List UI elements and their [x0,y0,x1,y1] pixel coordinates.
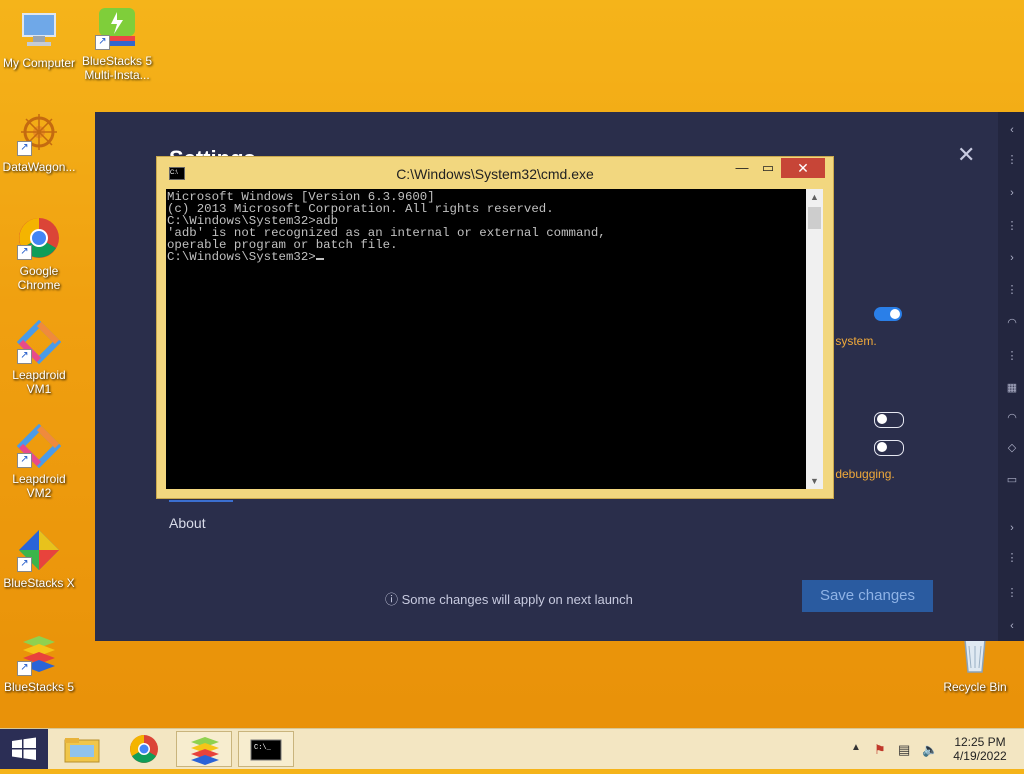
taskbar-chrome[interactable] [116,731,172,767]
icon-label: BlueStacks X [3,576,75,590]
sidebar-icon[interactable]: › [1006,522,1018,534]
taskbar-clock[interactable]: 12:25 PM 4/19/2022 [950,735,1010,763]
chrome-icon: ↗ [17,216,61,260]
sidebar-icon[interactable]: ⋮ [1006,350,1018,362]
info-icon: ⓘ [385,592,399,607]
taskbar-cmd[interactable]: C:\_ [238,731,294,767]
sidebar-icon[interactable]: ‹ [1006,620,1018,632]
icon-label: BlueStacks 5 [81,54,153,68]
cmd-scrollbar[interactable]: ▲ ▼ [806,189,823,489]
desktop-icon-leapdroid-vm2[interactable]: ↗ Leapdroid VM2 [0,423,78,500]
save-changes-button[interactable]: Save changes [802,580,933,612]
leapdroid-icon: ↗ [16,319,62,365]
desktop-icon-leapdroid-vm1[interactable]: ↗ Leapdroid VM1 [0,319,78,396]
bluestacks-icon [191,737,219,765]
tab-indicator [169,500,233,502]
desktop-icon-recycle-bin[interactable]: Recycle Bin [936,632,1014,694]
icon-label: Recycle Bin [943,680,1007,694]
icon-label: Leapdroid [12,472,66,486]
tab-about[interactable]: About [169,515,206,531]
computer-icon [17,8,61,52]
icon-label: BlueStacks 5 [3,680,75,694]
cmd-icon: C:\_ [250,739,282,761]
minimize-button[interactable]: — [731,158,753,178]
sidebar-icon[interactable]: › [1006,187,1018,199]
sidebar-icon[interactable]: ▦ [1006,382,1018,394]
console-prompt-line[interactable]: C:\Windows\System32> [167,251,806,263]
clock-time: 12:25 PM [954,735,1006,749]
bluestacks-x-icon: ↗ [17,528,61,572]
bluestacks-icon: ↗ [17,632,61,676]
desktop-icon-my-computer[interactable]: My Computer [0,8,78,70]
sidebar-icon[interactable]: ◠ [1006,317,1018,329]
scroll-down-icon[interactable]: ▼ [806,473,823,489]
network-icon[interactable]: ▤ [898,742,910,758]
volume-muted-icon[interactable]: 🔈 [922,742,938,758]
scroll-thumb[interactable] [808,207,821,229]
icon-label: Leapdroid [12,368,66,382]
start-button[interactable] [0,729,48,769]
tray-expand-icon[interactable]: ▲ [851,742,861,753]
cmd-title-bar[interactable]: C:\ C:\Windows\System32\cmd.exe — ▭ ✕ [157,157,833,189]
sidebar-icon[interactable]: › [1006,252,1018,264]
settings-notice: ⓘ Some changes will apply on next launch [385,589,633,608]
action-center-flag-icon[interactable]: ⚑ [874,742,886,758]
sidebar-icon[interactable]: ⋮ [1006,154,1018,166]
desktop-icon-datawagon[interactable]: ↗ DataWagon... [0,112,78,174]
desktop-icon-google-chrome[interactable]: ↗ Google Chrome [0,216,78,292]
cmd-window[interactable]: C:\ C:\Windows\System32\cmd.exe — ▭ ✕ Mi… [156,156,834,499]
icon-label: My Computer [2,56,76,70]
svg-text:C:\_: C:\_ [254,744,272,752]
bluestacks-multi-instance-icon: ↗ [95,6,139,50]
settings-close-icon[interactable]: ✕ [957,142,975,168]
leapdroid-icon: ↗ [16,423,62,469]
settings-hint-system: r system. [828,334,877,348]
sidebar-icon[interactable]: ◠ [1006,412,1018,424]
settings-toggle-3[interactable] [874,440,904,456]
cmd-console-output[interactable]: Microsoft Windows [Version 6.3.9600] (c) … [166,189,806,489]
sidebar-icon[interactable]: ◇ [1006,442,1018,454]
taskbar-bluestacks[interactable] [176,731,232,767]
notice-text: Some changes will apply on next launch [401,592,633,607]
datawagon-icon: ↗ [17,112,61,156]
icon-label: Chrome [17,278,61,292]
maximize-button[interactable]: ▭ [757,158,779,178]
desktop-icon-bluestacks-5[interactable]: ↗ BlueStacks 5 [0,632,78,694]
taskbar-file-explorer[interactable] [54,731,110,767]
icon-label: VM1 [26,382,52,396]
close-button[interactable]: ✕ [781,158,825,178]
sidebar-icon[interactable]: ⋮ [1006,552,1018,564]
scroll-up-icon[interactable]: ▲ [806,189,823,205]
console-prompt: C:\Windows\System32> [167,250,316,264]
chrome-icon [130,735,158,763]
settings-toggle-2[interactable] [874,412,904,428]
desktop-icon-bluestacks-x[interactable]: ↗ BlueStacks X [0,528,78,590]
bluestacks-sidebar: ‹ ⋮ › ⋮ › ⋮ ◠ ⋮ ▦ ◠ ◇ ▭ › ⋮ ⋮ ‹ [998,112,1024,641]
icon-label: Multi-Insta... [84,68,150,82]
icon-label: Google [19,264,59,278]
sidebar-icon[interactable]: ⋮ [1006,220,1018,232]
folder-icon [64,738,100,763]
text-cursor [315,258,324,260]
clock-date: 4/19/2022 [953,749,1007,763]
windows-logo-icon [12,737,36,760]
desktop-icon-bluestacks-multi[interactable]: ↗ BlueStacks 5 Multi-Insta... [78,6,156,82]
sidebar-icon[interactable]: ⋮ [1006,587,1018,599]
icon-label: DataWagon... [2,160,76,174]
icon-label: VM2 [26,486,52,500]
sidebar-icon[interactable]: ⋮ [1006,284,1018,296]
sidebar-icon[interactable]: ▭ [1006,474,1018,486]
settings-toggle-1[interactable] [874,307,902,321]
taskbar: C:\_ ▲ ⚑ ▤ 🔈 12:25 PM 4/19/2022 [0,728,1024,769]
back-icon[interactable]: ‹ [1006,124,1018,136]
settings-hint-debugging: r debugging. [828,467,895,481]
